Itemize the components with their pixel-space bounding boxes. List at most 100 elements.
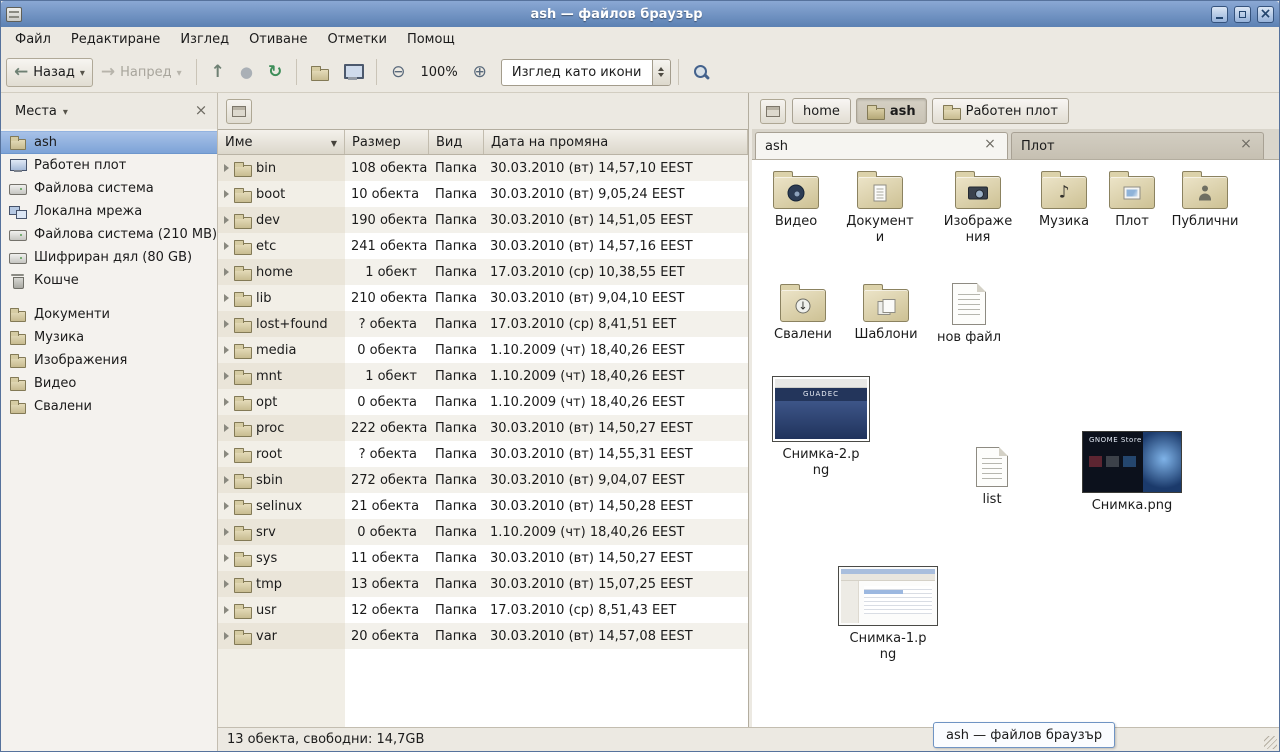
folder-documents[interactable]: Документи [838, 170, 922, 245]
sidebar-place-item[interactable]: Шифриран дял (80 GB) [1, 246, 217, 269]
expander-icon[interactable] [224, 502, 229, 510]
expander-icon[interactable] [224, 346, 229, 354]
resize-grip[interactable] [1264, 736, 1277, 749]
table-row[interactable]: root ? обекта Папка 30.03.2010 (вт) 14,5… [218, 441, 748, 467]
folder-templates[interactable]: Шаблони [844, 283, 928, 343]
sidebar-place-item[interactable]: Свалени [1, 395, 217, 418]
expander-icon[interactable] [224, 372, 229, 380]
maximize-button[interactable] [1234, 6, 1251, 23]
sidebar-place-item[interactable]: Локална мрежа [1, 200, 217, 223]
menu-item[interactable]: Редактиране [61, 29, 170, 50]
expander-icon[interactable] [224, 268, 229, 276]
search-button[interactable] [686, 59, 717, 86]
expander-icon[interactable] [224, 294, 229, 302]
table-row[interactable]: var 20 обекта Папка 30.03.2010 (вт) 14,5… [218, 623, 748, 649]
table-row[interactable]: tmp 13 обекта Папка 30.03.2010 (вт) 15,0… [218, 571, 748, 597]
computer-button[interactable] [336, 59, 369, 85]
table-row[interactable]: selinux 21 обекта Папка 30.03.2010 (вт) … [218, 493, 748, 519]
table-row[interactable]: lib 210 обекта Папка 30.03.2010 (вт) 9,0… [218, 285, 748, 311]
column-header-date[interactable]: Дата на промяна [484, 130, 748, 154]
file-snimka-2-png[interactable]: GUADEC Снимка-2.png [769, 376, 873, 478]
column-header-name[interactable]: Име [218, 130, 345, 154]
sidebar-title-button[interactable]: Места [9, 101, 74, 122]
titlebar[interactable]: ash — файлов браузър [1, 1, 1279, 27]
zoom-in-button[interactable] [466, 59, 494, 86]
sidebar-place-item[interactable]: Работен плот [1, 154, 217, 177]
expander-icon[interactable] [224, 164, 229, 172]
tab-desktop[interactable]: Плот [1011, 132, 1264, 159]
expander-icon[interactable] [224, 554, 229, 562]
table-row[interactable]: home 1 обект Папка 17.03.2010 (ср) 10,38… [218, 259, 748, 285]
expander-icon[interactable] [224, 580, 229, 588]
file-new-file[interactable]: нов файл [927, 281, 1011, 346]
file-snimka-png[interactable]: GNOME Store Снимка.png [1080, 431, 1184, 514]
expander-icon[interactable] [224, 606, 229, 614]
back-dropdown-icon[interactable] [80, 66, 85, 79]
sidebar-place-item[interactable]: Изображения [1, 349, 217, 372]
sidebar-place-item[interactable]: Кошче [1, 269, 217, 292]
table-row[interactable]: proc 222 обекта Папка 30.03.2010 (вт) 14… [218, 415, 748, 441]
folder-downloads[interactable]: Свалени [761, 283, 845, 343]
column-header-size[interactable]: Размер [345, 130, 429, 154]
home-button[interactable] [304, 61, 335, 84]
up-button[interactable] [204, 59, 232, 86]
expander-icon[interactable] [224, 424, 229, 432]
combo-stepper-icon[interactable] [652, 60, 670, 85]
view-mode-select[interactable]: Изглед като икони [501, 59, 671, 86]
table-row[interactable]: mnt 1 обект Папка 1.10.2009 (чт) 18,40,2… [218, 363, 748, 389]
pathbar-root-button[interactable] [760, 99, 786, 124]
sidebar-place-item[interactable]: Видео [1, 372, 217, 395]
sidebar-place-item[interactable]: Документи [1, 303, 217, 326]
sidebar-close-button[interactable] [193, 103, 209, 119]
close-button[interactable] [1257, 6, 1274, 23]
expander-icon[interactable] [224, 632, 229, 640]
menu-item[interactable]: Изглед [170, 29, 239, 50]
zoom-out-button[interactable] [384, 59, 412, 86]
pathbar-root-button[interactable] [226, 99, 252, 124]
table-row[interactable]: boot 10 обекта Папка 30.03.2010 (вт) 9,0… [218, 181, 748, 207]
file-list[interactable]: list [940, 445, 1044, 508]
back-button[interactable]: Назад [6, 58, 93, 87]
sidebar-place-item[interactable]: ash [1, 131, 217, 154]
table-row[interactable]: etc 241 обекта Папка 30.03.2010 (вт) 14,… [218, 233, 748, 259]
table-row[interactable]: usr 12 обекта Папка 17.03.2010 (ср) 8,51… [218, 597, 748, 623]
folder-pictures[interactable]: Изображения [936, 170, 1020, 245]
breadcrumb-desktop[interactable]: Работен плот [932, 98, 1069, 124]
table-row[interactable]: sys 11 обекта Папка 30.03.2010 (вт) 14,5… [218, 545, 748, 571]
expander-icon[interactable] [224, 450, 229, 458]
minimize-button[interactable] [1211, 6, 1228, 23]
expander-icon[interactable] [224, 320, 229, 328]
tab-close-icon[interactable] [982, 138, 998, 154]
menu-item[interactable]: Отиване [239, 29, 317, 50]
forward-button[interactable]: Напред [94, 59, 189, 86]
folder-public[interactable]: Публични [1163, 170, 1247, 230]
table-row[interactable]: opt 0 обекта Папка 1.10.2009 (чт) 18,40,… [218, 389, 748, 415]
menu-item[interactable]: Помощ [397, 29, 465, 50]
tab-ash[interactable]: ash [755, 132, 1008, 159]
folder-desktop[interactable]: Плот [1090, 170, 1174, 230]
table-row[interactable]: lost+found ? обекта Папка 17.03.2010 (ср… [218, 311, 748, 337]
folder-video[interactable]: Видео [754, 170, 838, 230]
file-snimka-1-png[interactable]: Снимка-1.png [836, 566, 940, 662]
table-row[interactable]: dev 190 обекта Папка 30.03.2010 (вт) 14,… [218, 207, 748, 233]
table-row[interactable]: srv 0 обекта Папка 1.10.2009 (чт) 18,40,… [218, 519, 748, 545]
menu-item[interactable]: Файл [5, 29, 61, 50]
expander-icon[interactable] [224, 190, 229, 198]
menu-item[interactable]: Отметки [317, 29, 396, 50]
expander-icon[interactable] [224, 216, 229, 224]
expander-icon[interactable] [224, 398, 229, 406]
expander-icon[interactable] [224, 242, 229, 250]
reload-button[interactable] [261, 59, 289, 86]
breadcrumb-home[interactable]: home [792, 98, 851, 124]
table-row[interactable]: sbin 272 обекта Папка 30.03.2010 (вт) 9,… [218, 467, 748, 493]
sidebar-place-item[interactable]: Файлова система [1, 177, 217, 200]
expander-icon[interactable] [224, 476, 229, 484]
zoom-level[interactable]: 100% [414, 60, 465, 85]
icon-view[interactable]: Видео Документи Изображения Музика [752, 160, 1279, 727]
breadcrumb-ash[interactable]: ash [856, 98, 927, 124]
column-header-type[interactable]: Вид [429, 130, 484, 154]
sidebar-place-item[interactable]: Музика [1, 326, 217, 349]
sidebar-place-item[interactable]: Файлова система (210 MB) [1, 223, 217, 246]
table-row[interactable]: bin 108 обекта Папка 30.03.2010 (вт) 14,… [218, 155, 748, 181]
tab-close-icon[interactable] [1238, 138, 1254, 154]
